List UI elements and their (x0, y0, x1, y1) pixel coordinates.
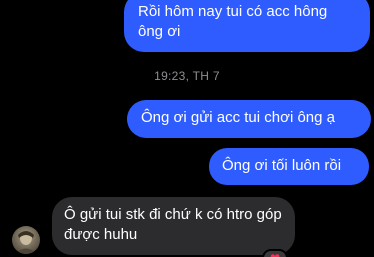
heart-reaction-badge[interactable]: ❤ (262, 249, 288, 257)
message-text: Ông ơi gửi acc tui chơi ông ạ (141, 109, 335, 126)
contact-avatar[interactable] (12, 226, 40, 254)
outgoing-message[interactable]: Ông ơi tối luôn rồi (209, 148, 369, 185)
message-timestamp: 19:23, TH 7 (154, 69, 220, 83)
chat-thread: Rồi hôm nay tui có acc hông ông ơi 19:23… (0, 0, 374, 257)
message-text: Rồi hôm nay tui có acc hông ông ơi (138, 3, 328, 40)
incoming-message[interactable]: Ô gửi tui stk đi chứ k có htro góp được … (52, 197, 295, 255)
outgoing-message[interactable]: Rồi hôm nay tui có acc hông ông ơi (124, 0, 370, 52)
message-text: Ông ơi tối luôn rồi (222, 157, 342, 174)
heart-icon: ❤ (270, 252, 280, 257)
message-text: Ô gửi tui stk đi chứ k có htro góp được … (64, 206, 282, 243)
avatar-image-icon (15, 231, 37, 254)
outgoing-message[interactable]: Ông ơi gửi acc tui chơi ông ạ (127, 100, 371, 138)
